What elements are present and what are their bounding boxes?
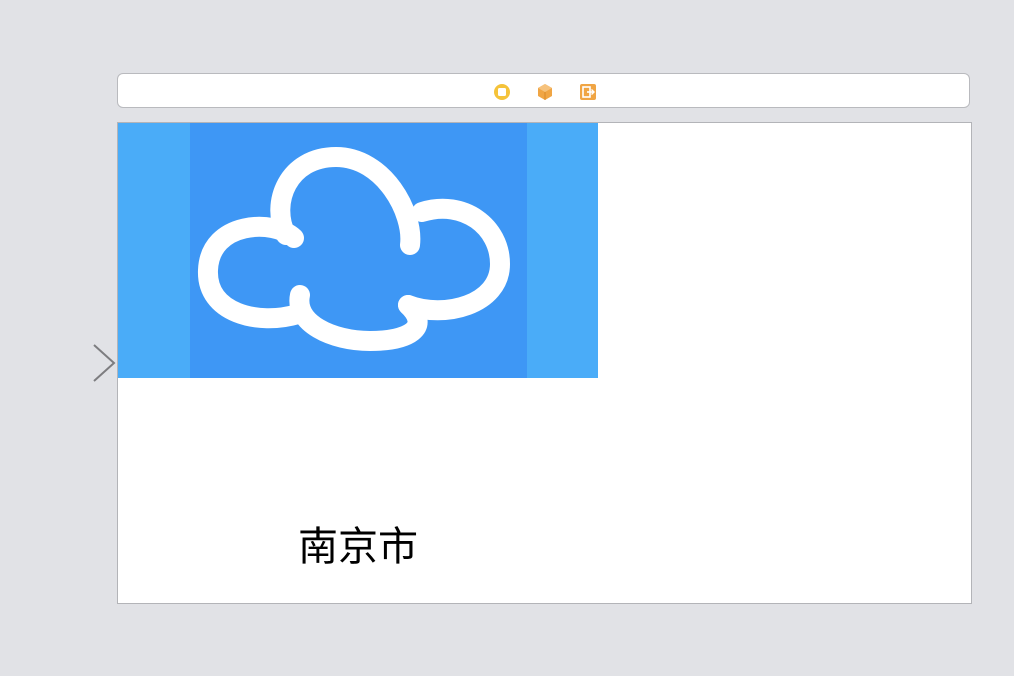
city-label: 南京市 — [298, 524, 418, 570]
storyboard-canvas: 南京市 — [0, 0, 1014, 676]
view-controller-scene: 南京市 — [117, 122, 972, 604]
first-responder-icon[interactable] — [536, 83, 554, 101]
view-controller-icon[interactable] — [493, 83, 511, 101]
scene-dock — [117, 73, 970, 108]
entry-point-arrow-icon[interactable] — [0, 343, 118, 383]
exit-icon[interactable] — [579, 83, 597, 101]
weather-banner-image — [118, 123, 598, 378]
